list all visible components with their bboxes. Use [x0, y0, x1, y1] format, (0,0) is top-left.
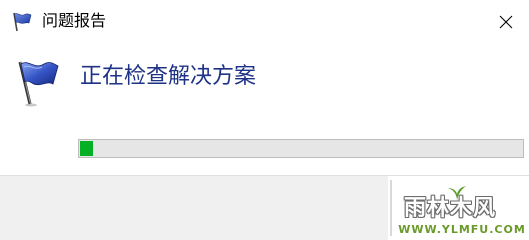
- status-heading: 正在检查解决方案: [80, 64, 257, 89]
- close-button[interactable]: [483, 0, 529, 44]
- window-title: 问题报告: [42, 11, 107, 30]
- watermark-brand-text: 雨林木风: [404, 196, 497, 221]
- watermark-logo: 雨林木风 WWW.YLMFU.COM: [388, 176, 529, 240]
- problem-report-dialog: 问题报告 正在检查解决方案 雨林木风 WWW.YLMFU.COM: [0, 0, 529, 240]
- watermark-url: WWW.YLMFU.COM: [398, 223, 526, 236]
- close-icon: [499, 15, 513, 29]
- title-bar: 问题报告: [0, 0, 529, 44]
- watermark-brand: 雨林木风: [388, 182, 529, 221]
- flag-icon: [11, 11, 33, 33]
- progress-bar-fill: [80, 141, 93, 156]
- flag-icon: [13, 58, 61, 108]
- progress-bar: [78, 139, 524, 158]
